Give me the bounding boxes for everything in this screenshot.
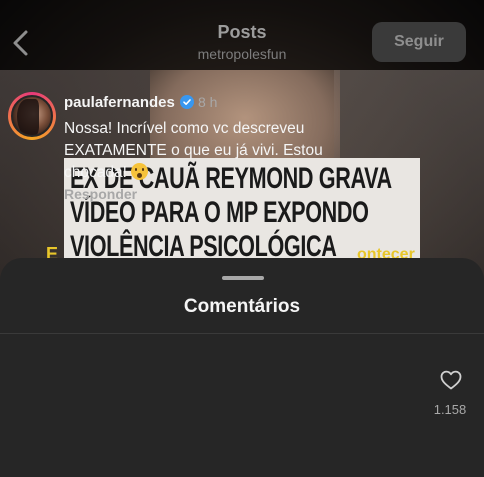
follow-button[interactable]: Seguir — [372, 22, 466, 62]
hushed-face-emoji-icon — [130, 163, 148, 180]
divider — [0, 333, 484, 334]
comment-timestamp: 8 h — [198, 94, 218, 110]
comment-text-line: chocada! — [64, 164, 127, 181]
like-count: 1.158 — [433, 402, 467, 417]
heart-icon[interactable] — [440, 370, 462, 390]
comments-sheet: Comentários — [0, 258, 484, 477]
comment-text-line: Nossa! Incrível como vc descreveu — [64, 120, 305, 137]
top-bar: Posts metropolesfun Seguir — [0, 0, 484, 70]
comment-text-line-last: chocada! — [64, 162, 384, 184]
sheet-title: Comentários — [183, 296, 301, 317]
sheet-drag-handle[interactable] — [222, 276, 264, 280]
verified-badge-icon — [180, 95, 194, 109]
reply-button[interactable]: Responder — [64, 186, 137, 202]
comment-text-line: EXATAMENTE o que eu já vivi. Estou — [64, 142, 323, 159]
avatar[interactable] — [11, 95, 53, 137]
comment-text: Nossa! Incrível como vc descreveu EXATAM… — [64, 118, 384, 184]
comment-username[interactable]: paulafernandes — [64, 94, 175, 111]
